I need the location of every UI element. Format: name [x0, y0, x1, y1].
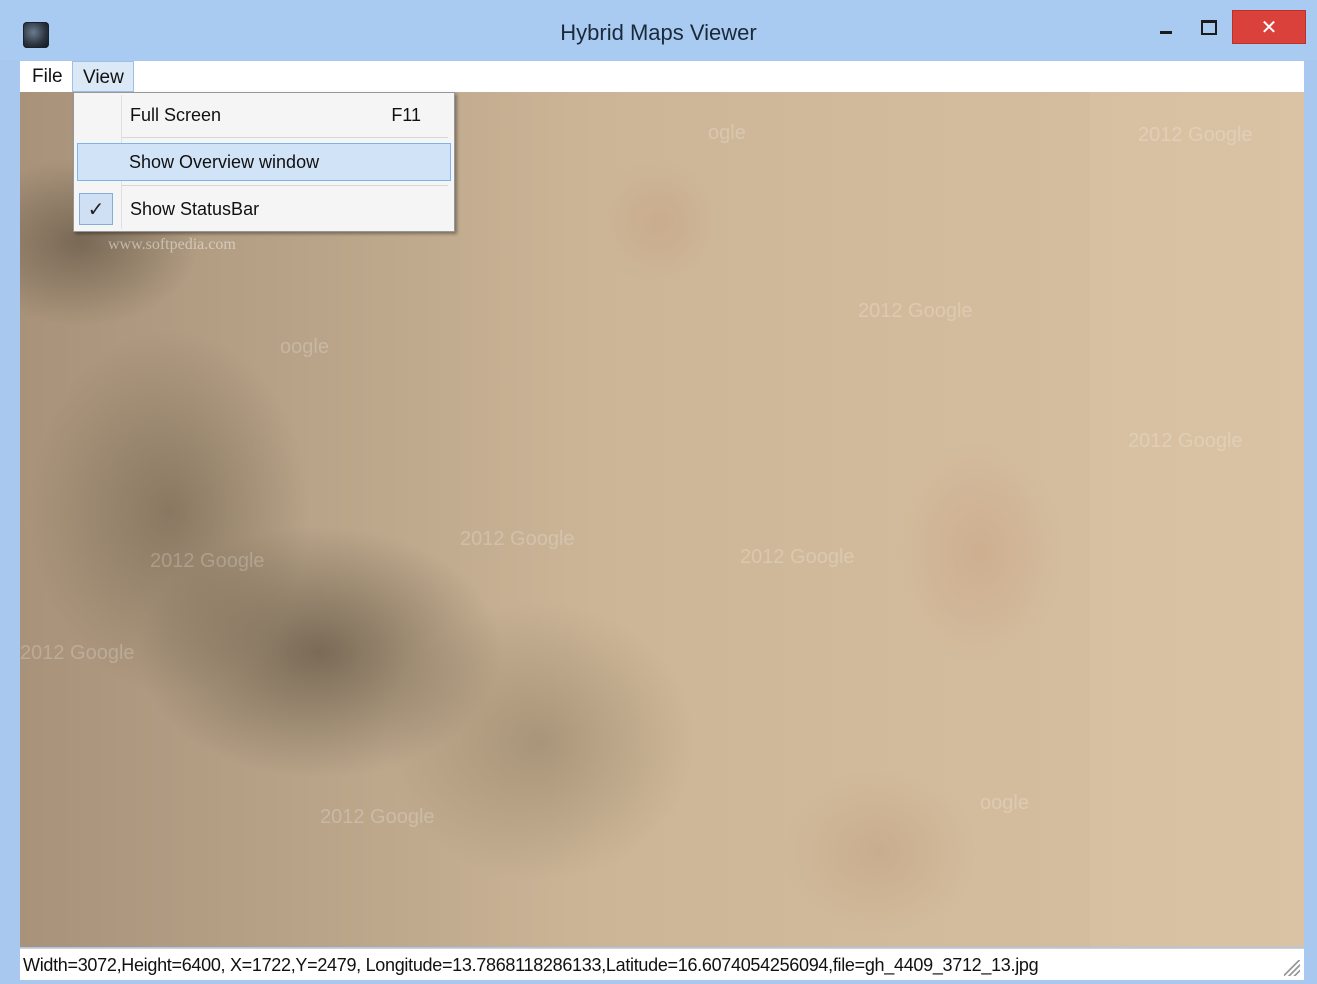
menu-item-shortcut: F11 [391, 105, 421, 125]
map-watermark: ogle [708, 122, 746, 144]
map-watermark: 2012 Google [460, 528, 575, 550]
map-watermark: 2012 Google [1138, 124, 1253, 146]
menu-item-label: Show StatusBar [130, 199, 260, 219]
map-watermark: 2012 Google [320, 806, 435, 828]
checkmark-icon: ✓ [79, 193, 113, 225]
status-bar: Width=3072,Height=6400, X=1722,Y=2479, L… [20, 948, 1304, 980]
window-title: Hybrid Maps Viewer [560, 20, 757, 45]
menu-separator [122, 137, 448, 138]
close-icon: ✕ [1260, 15, 1278, 39]
menu-item-show-overview-window[interactable]: Show Overview window [77, 143, 451, 181]
map-watermark: 2012 Google [1128, 430, 1243, 452]
app-window: Hybrid Maps Viewer ✕ File View ogle 2012… [0, 0, 1317, 984]
status-text: Width=3072,Height=6400, X=1722,Y=2479, L… [23, 955, 1039, 975]
menu-item-label: Show Overview window [129, 152, 320, 172]
map-watermark: 2012 Google [150, 550, 265, 572]
map-tile-band [1090, 92, 1304, 947]
map-watermark: 2012 Google [740, 546, 855, 568]
menu-item-full-screen[interactable]: Full Screen F11 [77, 96, 451, 134]
menu-file[interactable]: File [22, 61, 72, 92]
map-watermark: 2012 Google [20, 642, 135, 664]
close-button[interactable]: ✕ [1232, 10, 1306, 44]
minimize-button[interactable] [1147, 10, 1185, 44]
menu-separator [122, 185, 448, 186]
menu-item-show-statusbar[interactable]: ✓ Show StatusBar [77, 190, 451, 228]
checkmark-glyph: ✓ [87, 198, 105, 221]
maximize-button[interactable] [1190, 10, 1228, 44]
resize-grip-icon[interactable] [1284, 960, 1300, 976]
menu-item-label: Full Screen [130, 105, 222, 125]
menu-view[interactable]: View [72, 61, 134, 92]
minimize-icon [1160, 30, 1172, 34]
map-watermark: oogle [980, 792, 1029, 814]
map-watermark: oogle [280, 336, 329, 358]
maximize-icon [1201, 19, 1217, 35]
title-bar[interactable]: Hybrid Maps Viewer ✕ [0, 0, 1317, 60]
menu-bar: File View [20, 61, 1304, 93]
map-watermark: 2012 Google [858, 300, 973, 322]
softpedia-url: www.softpedia.com [108, 236, 236, 253]
view-menu-dropdown: Full Screen F11 Show Overview window ✓ S… [73, 92, 455, 232]
